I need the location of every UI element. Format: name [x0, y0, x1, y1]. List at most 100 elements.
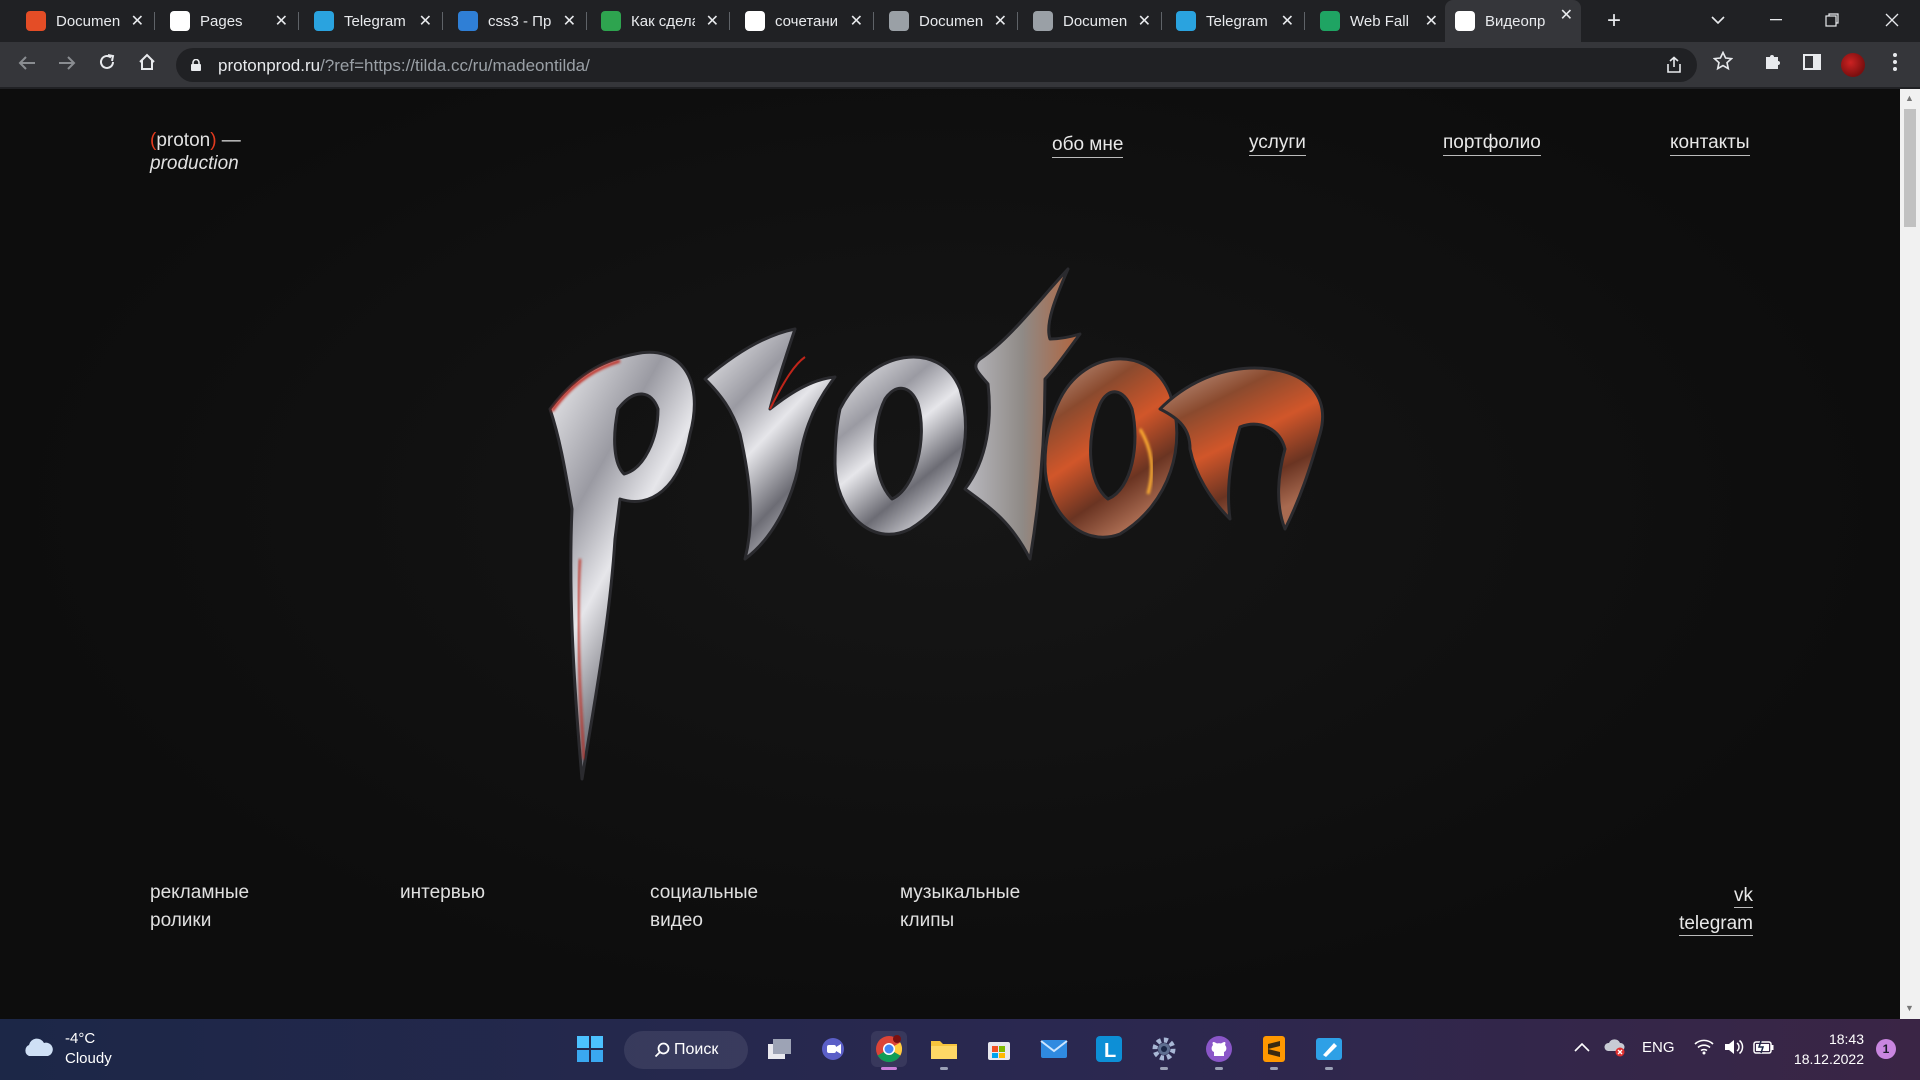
teams-chat-icon[interactable] — [816, 1031, 852, 1067]
volume-icon[interactable] — [1724, 1039, 1744, 1059]
close-tab-icon[interactable]: ✕ — [419, 11, 432, 31]
scrollbar-thumb[interactable] — [1904, 109, 1916, 227]
home-icon[interactable] — [132, 50, 162, 80]
category-social-video[interactable]: социальные видео — [650, 879, 758, 935]
browser-tab[interactable]: Document ✕ — [16, 6, 152, 36]
vk-link[interactable]: vk — [1734, 885, 1753, 908]
close-tab-icon[interactable]: ✕ — [994, 11, 1007, 31]
microsoft-store-icon[interactable] — [981, 1031, 1017, 1067]
wifi-icon[interactable] — [1694, 1039, 1714, 1059]
input-language[interactable]: ENG — [1642, 1039, 1675, 1056]
settings-gear-icon[interactable] — [1146, 1031, 1182, 1070]
minimize-window-button[interactable] — [1748, 0, 1804, 40]
mail-icon[interactable] — [1036, 1031, 1072, 1067]
tab-title: Documen — [1063, 12, 1127, 30]
leaf-icon — [601, 11, 621, 31]
notification-badge[interactable]: 1 — [1876, 1039, 1896, 1059]
share-icon[interactable] — [1664, 56, 1684, 76]
close-tab-icon[interactable]: ✕ — [1138, 11, 1151, 31]
url-text[interactable]: protonprod.ru/?ref=https://tilda.cc/ru/m… — [218, 56, 590, 76]
onedrive-error-icon[interactable] — [1604, 1037, 1626, 1061]
address-bar[interactable]: protonprod.ru/?ref=https://tilda.cc/ru/m… — [176, 48, 1697, 82]
system-clock[interactable]: 18:43 18.12.2022 — [1792, 1029, 1864, 1069]
nav-services-link[interactable]: услуги — [1249, 132, 1306, 156]
scroll-up-arrow-icon[interactable]: ▲ — [1905, 93, 1914, 103]
new-tab-button[interactable]: + — [1599, 6, 1629, 36]
tab-separator — [1017, 12, 1018, 30]
lock-icon[interactable] — [191, 58, 201, 71]
close-tab-icon[interactable]: ✕ — [850, 11, 863, 31]
close-tab-icon[interactable]: ✕ — [706, 11, 719, 31]
tab-title: сочетани — [775, 12, 839, 30]
nav-contacts-link[interactable]: контакты — [1670, 132, 1750, 156]
nav-about-link[interactable]: обо мне — [1052, 134, 1124, 158]
close-tab-icon[interactable]: ✕ — [1281, 11, 1294, 31]
profile-avatar[interactable] — [1841, 53, 1865, 77]
tab-title: Pages — [200, 12, 243, 30]
close-tab-icon[interactable]: ✕ — [563, 11, 576, 31]
chrome-icon[interactable] — [871, 1031, 907, 1070]
browser-toolbar: protonprod.ru/?ref=https://tilda.cc/ru/m… — [0, 42, 1920, 88]
browser-tab[interactable]: Documen ✕ — [1023, 6, 1159, 36]
google-icon — [745, 11, 765, 31]
html5-icon — [26, 11, 46, 31]
github-desktop-icon[interactable] — [1201, 1031, 1237, 1070]
lingvo-app-icon[interactable]: L — [1091, 1031, 1127, 1067]
browser-tabstrip: + Document ✕ Pages ✕ Telegram ✕ css3 - Пр ✕ Как … — [0, 0, 1920, 42]
browser-tab[interactable]: Pages ✕ — [160, 6, 296, 36]
browser-tab[interactable]: сочетани ✕ — [735, 6, 871, 36]
telegram-icon — [1176, 11, 1196, 31]
extensions-puzzle-icon[interactable] — [1758, 50, 1788, 80]
close-tab-icon[interactable]: ✕ — [1560, 5, 1573, 25]
tab-separator — [586, 12, 587, 30]
browser-tab[interactable]: Web Fall ✕ — [1310, 6, 1446, 36]
close-tab-icon[interactable]: ✕ — [275, 11, 288, 31]
forward-arrow-icon[interactable] — [52, 50, 82, 80]
file-explorer-icon[interactable] — [926, 1031, 962, 1070]
search-icon — [654, 1042, 670, 1058]
back-arrow-icon[interactable] — [12, 50, 42, 80]
tray-chevron-up-icon[interactable] — [1574, 1039, 1590, 1056]
sublime-text-icon[interactable] — [1256, 1031, 1292, 1070]
category-interviews[interactable]: интервью — [400, 879, 485, 907]
scroll-down-arrow-icon[interactable]: ▼ — [1905, 1003, 1914, 1013]
browser-tab[interactable]: Telegram ✕ — [1166, 6, 1302, 36]
page-scrollbar[interactable]: ▲ ▼ — [1900, 89, 1920, 1019]
tab-separator — [154, 12, 155, 30]
browser-tab[interactable]: Documen ✕ — [879, 6, 1015, 36]
restore-window-button[interactable] — [1804, 0, 1860, 40]
paint-app-icon[interactable] — [1311, 1031, 1347, 1070]
browser-tab[interactable]: Как сдела ✕ — [591, 6, 727, 36]
windows-taskbar: -4°C Cloudy Поиск L ENG 18:43 18.12.2022… — [0, 1019, 1920, 1080]
battery-charging-icon[interactable] — [1753, 1039, 1775, 1059]
nav-portfolio-link[interactable]: портфолио — [1443, 132, 1541, 156]
globe-icon — [1033, 11, 1053, 31]
close-tab-icon[interactable]: ✕ — [1425, 11, 1438, 31]
telegram-link[interactable]: telegram — [1679, 913, 1753, 936]
taskbar-search[interactable]: Поиск — [624, 1031, 748, 1069]
category-ads[interactable]: рекламные ролики — [150, 879, 249, 935]
site-brand[interactable]: (proton) — production — [150, 129, 241, 175]
close-window-button[interactable] — [1864, 0, 1920, 40]
tab-title: Document — [56, 12, 120, 30]
tilda-icon — [1455, 11, 1475, 31]
task-view-icon[interactable] — [762, 1031, 798, 1067]
tab-title: Видеопр — [1485, 12, 1546, 30]
tab-title: Documen — [919, 12, 983, 30]
side-panel-icon[interactable] — [1797, 50, 1827, 80]
tab-separator — [298, 12, 299, 30]
category-music-clips[interactable]: музыкальные клипы — [900, 879, 1020, 935]
bookmark-star-icon[interactable] — [1708, 50, 1738, 80]
kebab-menu-icon[interactable] — [1880, 50, 1910, 80]
tab-search-chevron-icon[interactable] — [1690, 0, 1746, 40]
reload-icon[interactable] — [92, 50, 122, 80]
windows-start-icon[interactable] — [572, 1031, 608, 1067]
tab-separator — [873, 12, 874, 30]
close-tab-icon[interactable]: ✕ — [131, 11, 144, 31]
proton-chrome-logo: proton — [548, 267, 1325, 781]
tab-separator — [729, 12, 730, 30]
tab-title: Web Fall — [1350, 12, 1409, 30]
browser-tab[interactable]: Видеопр ✕ — [1445, 0, 1581, 42]
browser-tab[interactable]: css3 - Пр ✕ — [448, 6, 584, 36]
browser-tab[interactable]: Telegram ✕ — [304, 6, 440, 36]
